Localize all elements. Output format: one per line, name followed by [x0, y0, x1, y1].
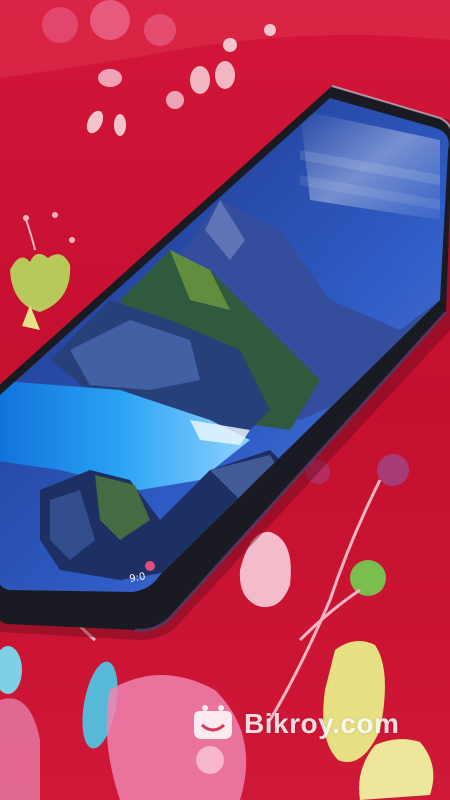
bikroy-watermark: Bikroy.com — [190, 705, 399, 743]
photo-scene: 9:0 — [0, 0, 450, 800]
screen-indicator-dot — [145, 561, 155, 571]
watermark-text: Bikroy.com — [244, 708, 400, 739]
bikroy-logo-icon — [194, 705, 232, 739]
